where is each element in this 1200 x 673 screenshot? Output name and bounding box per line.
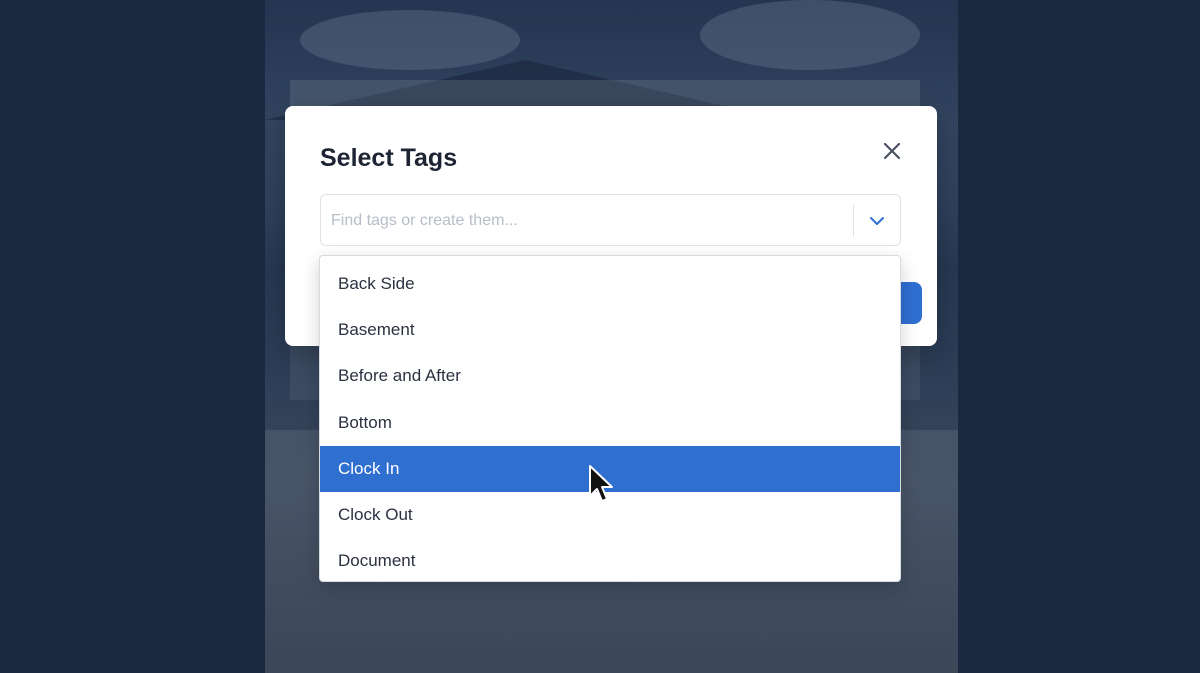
tag-option-highlighted[interactable]: Clock In — [320, 445, 900, 492]
close-icon — [883, 142, 901, 160]
chevron-down-icon — [870, 217, 884, 225]
tag-options-list: Back Side Basement Before and After Bott… — [319, 255, 901, 582]
tag-select[interactable] — [320, 194, 901, 246]
left-background-panel — [0, 0, 265, 673]
tag-option[interactable]: Basement — [320, 307, 900, 353]
modal-title: Select Tags — [320, 144, 458, 172]
right-background-panel — [958, 0, 1200, 673]
tag-option[interactable]: Clock Out — [320, 492, 900, 538]
tag-option[interactable]: Document — [320, 538, 900, 581]
select-divider — [853, 205, 854, 237]
close-button[interactable] — [879, 138, 905, 164]
tag-option[interactable]: Before and After — [320, 353, 900, 399]
dropdown-toggle-button[interactable] — [861, 207, 893, 235]
tag-option[interactable]: Back Side — [320, 261, 900, 307]
tag-option[interactable]: Bottom — [320, 400, 900, 446]
tag-search-input[interactable] — [331, 207, 841, 235]
